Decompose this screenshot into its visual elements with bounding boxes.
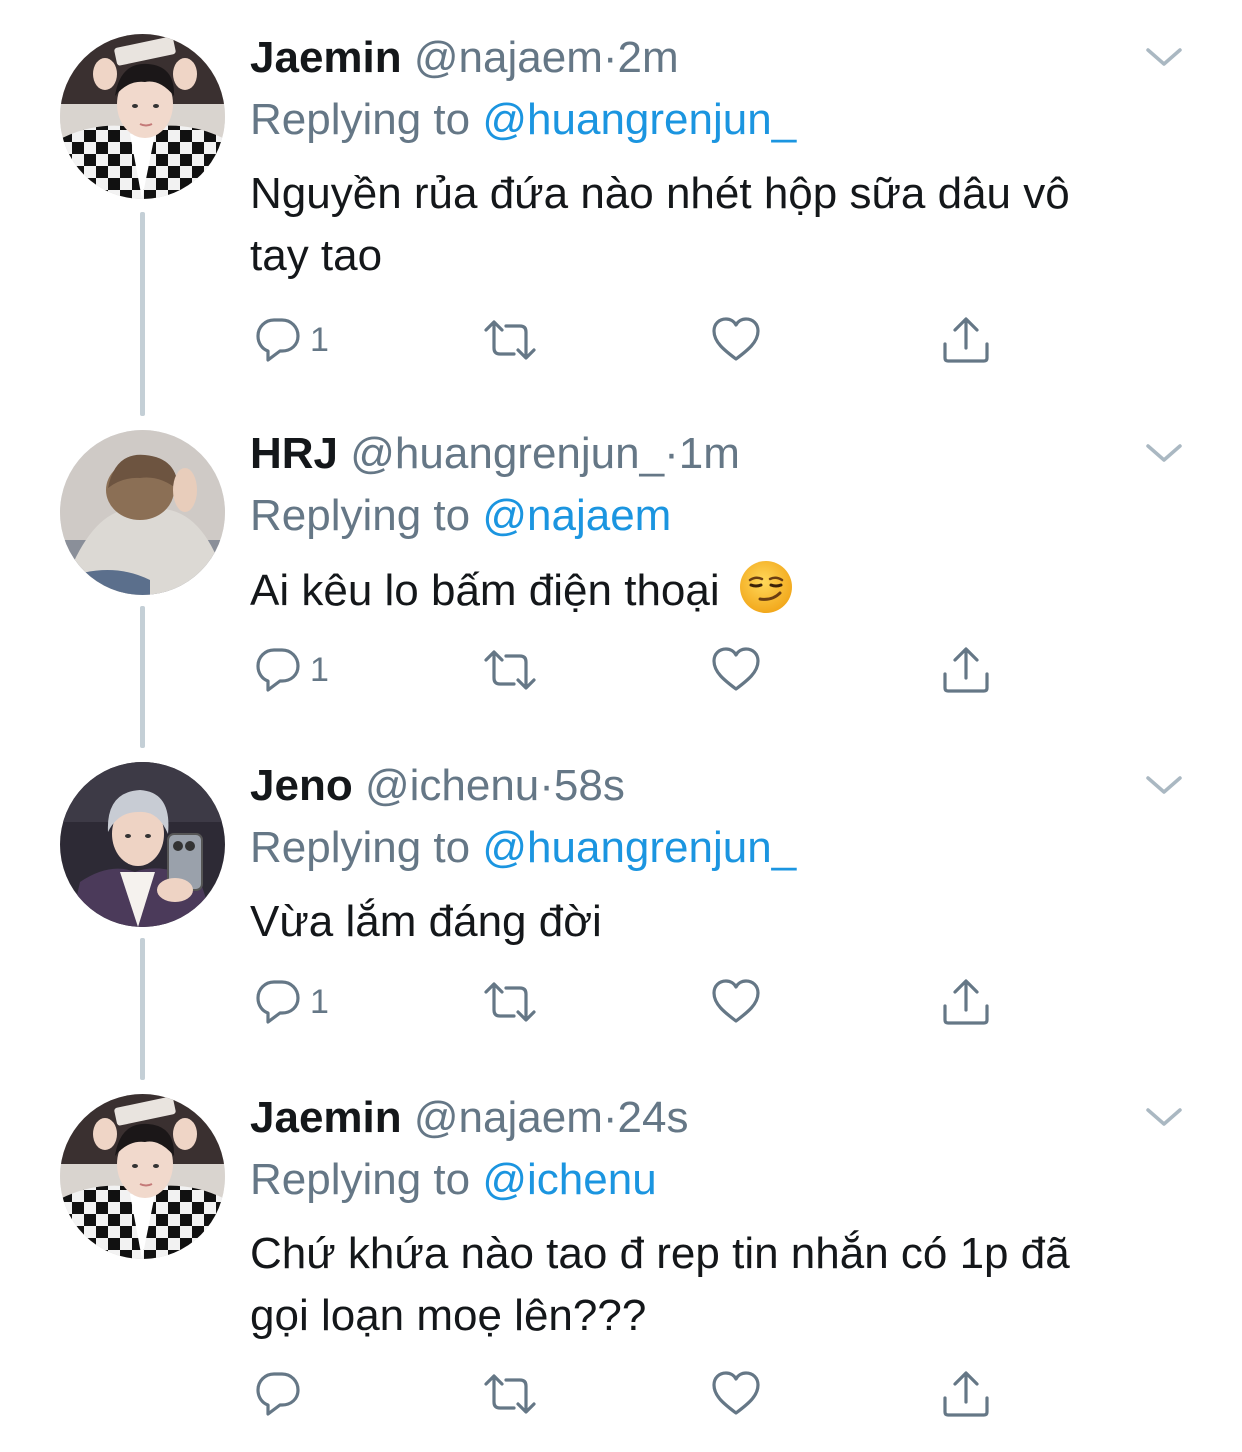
replying-to-label: Replying to [250,491,483,540]
avatar-jeno-image [60,762,225,927]
share-icon [943,979,989,1025]
replying-to-label: Replying to [250,823,483,872]
user-handle[interactable]: @huangrenjun_ [350,429,664,478]
avatar[interactable] [60,34,225,199]
like-button[interactable] [710,642,762,698]
tweet-header: Jaemin @najaem·2m [250,33,679,83]
tweet-text: Vừa lắm đáng đời [250,891,1180,953]
tweet-actions: 1 [250,974,1010,1030]
replying-to-label: Replying to [250,1155,483,1204]
reply-icon [256,980,300,1024]
replying-to-mention[interactable]: @najaem [482,491,671,540]
reply-button[interactable]: 1 [252,642,329,698]
like-button[interactable] [710,1366,762,1422]
avatar-jaemin-image [60,1094,225,1259]
reply-icon [256,648,300,692]
tweet[interactable]: Jaemin @najaem·2m Replying to @huangrenj… [0,0,1242,400]
reply-button[interactable]: 1 [252,312,329,368]
share-button[interactable] [940,974,992,1030]
tweet-actions [250,1366,1010,1422]
tweet-actions: 1 [250,312,1010,368]
timestamp[interactable]: 2m [618,33,679,82]
tweet[interactable]: HRJ @huangrenjun_·1m Replying to @najaem… [0,396,1242,728]
like-button[interactable] [710,974,762,1030]
smirking-face-emoji [739,561,792,613]
timestamp[interactable]: 58s [554,761,625,810]
avatar[interactable] [60,1094,225,1259]
user-handle[interactable]: @najaem [414,1093,603,1142]
replying-to-mention[interactable]: @huangrenjun_ [482,823,796,872]
user-handle[interactable]: @najaem [414,33,603,82]
tweet-text: Ai kêu lo bấm điện thoại [250,559,1180,622]
replying-to: Replying to @ichenu [250,1155,657,1205]
like-icon [712,647,760,691]
tweet-header: Jaemin @najaem·24s [250,1093,688,1143]
like-icon [712,317,760,361]
like-icon [712,1371,760,1415]
tweet-text: Chứ khứa nào tao đ rep tin nhắn có 1p đã… [250,1223,1180,1347]
separator-dot: · [602,1093,618,1142]
tweet-text-line: Ai kêu lo bấm điện thoại [250,559,1180,622]
share-button[interactable] [940,312,992,368]
reply-icon [256,318,300,362]
tweet-text: Nguyền rủa đứa nào nhét hộp sữa dâu vô t… [250,163,1180,287]
retweet-icon [484,1374,536,1414]
user-handle[interactable]: @ichenu [365,761,539,810]
tweet-text-line: tay tao [250,231,383,280]
tweet-text-content: Ai kêu lo bấm điện thoại [250,566,720,615]
avatar-jaemin-image [60,34,225,199]
retweet-icon [484,320,536,360]
display-name[interactable]: Jaemin [250,1093,402,1142]
reply-button[interactable]: 1 [252,974,329,1030]
display-name[interactable]: HRJ [250,429,338,478]
tweet-header: HRJ @huangrenjun_·1m [250,429,740,479]
separator-dot: · [602,33,618,82]
retweet-icon [484,982,536,1022]
retweet-button[interactable] [480,974,540,1030]
tweet-text-line: Chứ khứa nào tao đ rep tin nhắn có 1p đã [250,1229,1070,1278]
separator-dot: · [664,429,679,478]
like-button[interactable] [710,312,762,368]
avatar[interactable] [60,762,225,927]
like-icon [712,979,760,1023]
tweet[interactable]: Jaemin @najaem·24s Replying to @ichenu C… [0,1060,1242,1452]
reply-count: 1 [310,983,329,1021]
reply-button[interactable] [252,1366,310,1422]
share-icon [943,647,989,693]
share-button[interactable] [940,642,992,698]
share-button[interactable] [940,1366,992,1422]
tweet-text-line: Vừa lắm đáng đời [250,897,602,946]
separator-dot: · [539,761,554,810]
share-icon [943,317,989,363]
display-name[interactable]: Jaemin [250,33,402,82]
tweet-actions: 1 [250,642,1010,698]
reply-count: 1 [310,321,329,359]
tweet[interactable]: Jeno @ichenu·58s Replying to @huangrenju… [0,728,1242,1060]
display-name[interactable]: Jeno [250,761,353,810]
chevron-down-icon[interactable] [1142,1102,1186,1132]
reply-count: 1 [310,651,329,689]
timestamp[interactable]: 24s [618,1093,689,1142]
chevron-down-icon[interactable] [1142,770,1186,800]
avatar[interactable] [60,430,225,595]
tweet-header: Jeno @ichenu·58s [250,761,625,811]
reply-icon [256,1372,300,1416]
avatar-hrj-image [60,430,225,595]
replying-to: Replying to @najaem [250,491,671,541]
retweet-button[interactable] [480,642,540,698]
replying-to-mention[interactable]: @huangrenjun_ [482,95,796,144]
replying-to-label: Replying to [250,95,483,144]
retweet-button[interactable] [480,312,540,368]
tweet-text-line: Nguyền rủa đứa nào nhét hộp sữa dâu vô [250,169,1070,218]
replying-to-mention[interactable]: @ichenu [482,1155,656,1204]
replying-to: Replying to @huangrenjun_ [250,823,796,873]
timestamp[interactable]: 1m [679,429,740,478]
share-icon [943,1371,989,1417]
chevron-down-icon[interactable] [1142,42,1186,72]
retweet-button[interactable] [480,1366,540,1422]
chevron-down-icon[interactable] [1142,438,1186,468]
tweet-text-line: gọi loạn moẹ lên??? [250,1291,647,1340]
retweet-icon [484,650,536,690]
replying-to: Replying to @huangrenjun_ [250,95,796,145]
